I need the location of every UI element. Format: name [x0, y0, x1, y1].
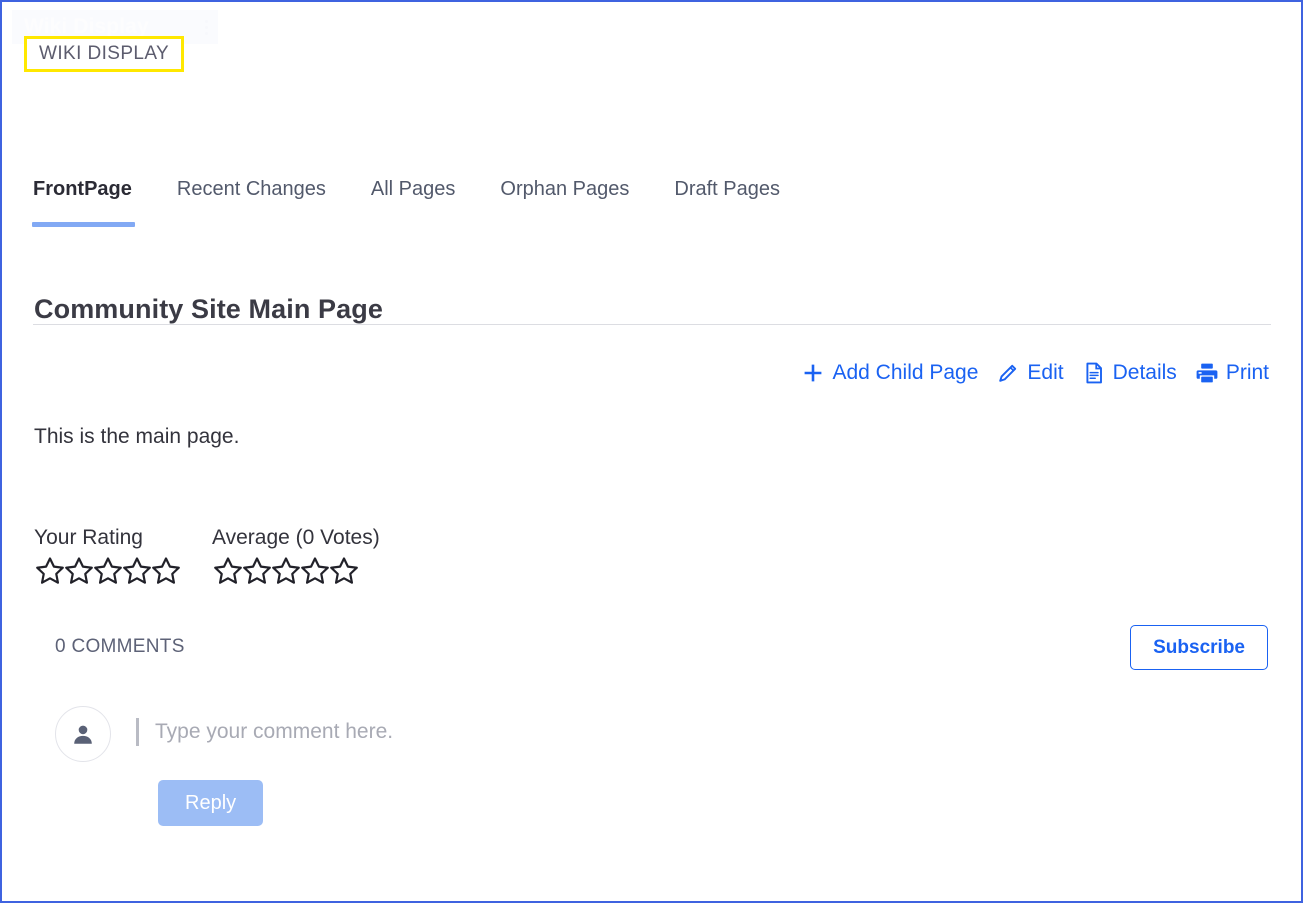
tab-recent-changes[interactable]: Recent Changes [177, 178, 326, 227]
printer-icon [1195, 361, 1219, 385]
subscribe-button[interactable]: Subscribe [1130, 624, 1268, 670]
tab-draft-pages[interactable]: Draft Pages [674, 178, 780, 227]
pencil-icon [996, 361, 1020, 385]
average-rating-group: Average (0 Votes) [212, 526, 380, 587]
comment-composer-body: Type your comment here. Reply [136, 706, 393, 826]
wiki-display-label: WIKI DISPLAY [39, 43, 170, 64]
comment-composer: Type your comment here. Reply [55, 706, 393, 826]
wiki-tab-bar: FrontPage Recent Changes All Pages Orpha… [32, 178, 780, 227]
tab-orphan-pages[interactable]: Orphan Pages [500, 178, 629, 227]
edit-label: Edit [1027, 361, 1064, 384]
user-avatar-icon [55, 706, 111, 762]
plus-icon [801, 361, 825, 385]
print-label: Print [1225, 361, 1269, 384]
your-rating-label: Your Rating [34, 526, 143, 549]
title-divider [33, 324, 1271, 325]
star-icon [272, 557, 300, 584]
tab-frontpage-label: FrontPage [33, 178, 132, 200]
your-rating-stars[interactable] [34, 555, 182, 587]
star-icon [214, 557, 242, 584]
star-icon[interactable] [92, 555, 124, 587]
rating-section: Your Rating Average (0 Votes) [34, 526, 380, 587]
kebab-menu-icon[interactable] [205, 19, 208, 35]
tab-all-pages-label: All Pages [370, 178, 456, 200]
comments-header: 0 COMMENTS Subscribe [55, 620, 1268, 674]
add-child-page-label: Add Child Page [832, 361, 979, 384]
reply-button[interactable]: Reply [158, 780, 264, 826]
add-child-page-button[interactable]: Add Child Page [801, 361, 978, 385]
average-rating-label: Average (0 Votes) [212, 526, 380, 549]
wiki-display-window: Wiki Display WIKI DISPLAY FrontPage Rece… [0, 0, 1303, 903]
comments-count: 0 COMMENTS [55, 636, 185, 657]
tab-all-pages[interactable]: All Pages [371, 178, 456, 227]
star-icon [243, 557, 271, 584]
tab-recent-changes-label: Recent Changes [176, 178, 326, 200]
text-caret [136, 718, 139, 746]
page-content: This is the main page. [34, 425, 240, 448]
details-label: Details [1112, 361, 1177, 384]
tab-orphan-pages-label: Orphan Pages [500, 178, 630, 200]
print-button[interactable]: Print [1195, 361, 1269, 385]
tab-frontpage[interactable]: FrontPage [32, 178, 135, 227]
edit-button[interactable]: Edit [996, 361, 1064, 385]
your-rating-group: Your Rating [34, 526, 182, 587]
details-button[interactable]: Details [1082, 361, 1177, 385]
page-title: Community Site Main Page [34, 294, 383, 325]
star-icon[interactable] [34, 555, 66, 587]
star-icon[interactable] [63, 555, 95, 587]
comment-input[interactable]: Type your comment here. [155, 720, 393, 744]
average-rating-stars [212, 555, 380, 587]
page-actions-toolbar: Add Child Page Edit Details Print [801, 361, 1269, 385]
wiki-display-highlight: WIKI DISPLAY [24, 36, 185, 72]
comment-input-row[interactable]: Type your comment here. [136, 706, 393, 752]
tab-draft-pages-label: Draft Pages [674, 178, 780, 200]
star-icon [301, 557, 329, 584]
star-icon [330, 557, 358, 584]
star-icon[interactable] [121, 555, 153, 587]
star-icon[interactable] [150, 555, 182, 587]
document-icon [1082, 361, 1106, 385]
